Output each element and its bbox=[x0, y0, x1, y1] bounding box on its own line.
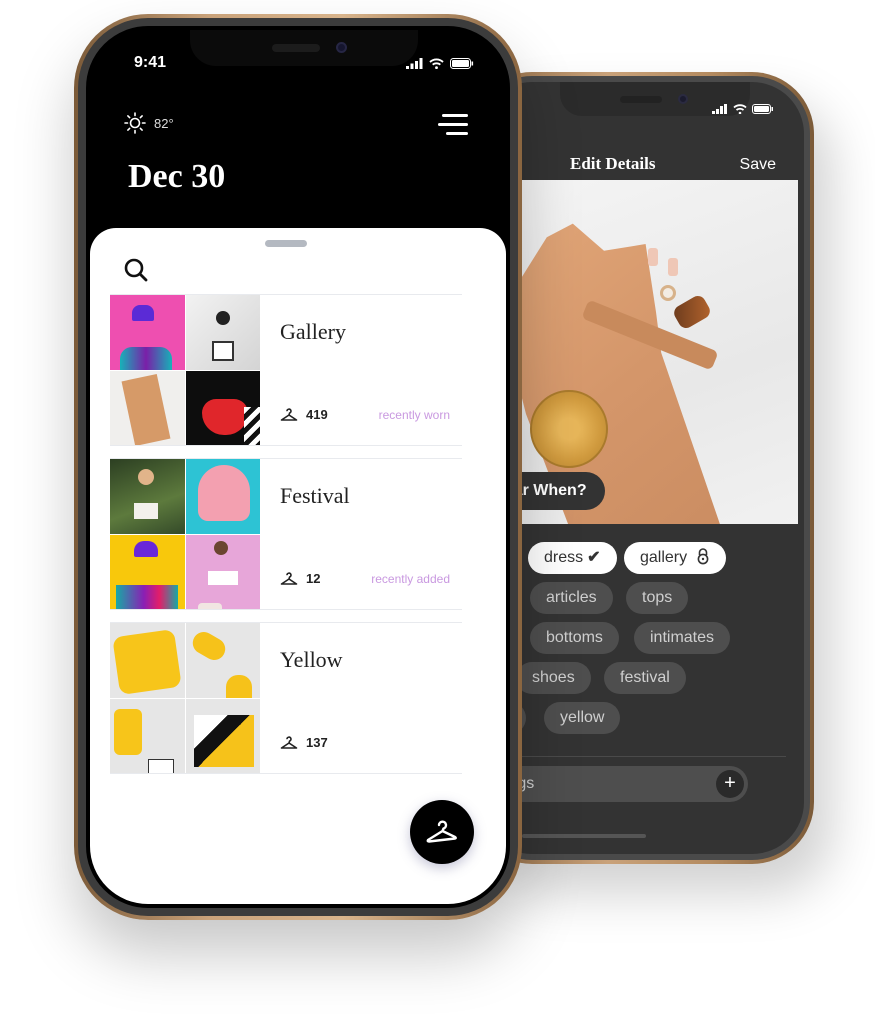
count-value: 12 bbox=[306, 571, 321, 586]
tag-chip-tops[interactable]: tops bbox=[626, 582, 689, 614]
thumbnail-image bbox=[110, 370, 185, 445]
collection-thumbnail bbox=[110, 623, 260, 773]
save-button[interactable]: Save bbox=[740, 156, 776, 174]
home-indicator[interactable] bbox=[522, 834, 646, 838]
tag-row: ✔ dress✔ gallery bbox=[480, 542, 804, 582]
thumbnail-image bbox=[110, 459, 185, 534]
collection-count: 12 bbox=[280, 571, 320, 586]
thumbnail-image bbox=[185, 534, 260, 609]
divider bbox=[500, 756, 786, 757]
signal-icon bbox=[406, 58, 423, 69]
collection-name: Festival bbox=[280, 483, 350, 508]
signal-icon bbox=[712, 104, 727, 114]
wifi-icon bbox=[733, 104, 747, 114]
hanger-icon bbox=[280, 407, 298, 421]
add-outfit-button[interactable] bbox=[410, 800, 474, 864]
sun-icon bbox=[124, 112, 146, 134]
tag-label: gallery bbox=[640, 549, 688, 566]
thumbnail-image bbox=[185, 459, 260, 534]
add-tag-button[interactable]: + bbox=[716, 770, 744, 798]
collection-list: Gallery 419 recently worn Festival 12 re… bbox=[110, 294, 462, 786]
lock-icon bbox=[697, 548, 708, 565]
thumbnail-image bbox=[110, 295, 185, 370]
page-title: Edit Details bbox=[570, 154, 656, 173]
tag-row: ts bottoms intimates bbox=[480, 622, 804, 662]
tag-chip-yellow[interactable]: yellow bbox=[544, 702, 621, 734]
tag-chip-articles[interactable]: articles bbox=[530, 582, 613, 614]
battery-icon bbox=[450, 58, 474, 69]
tag-chip-gallery[interactable]: gallery bbox=[624, 542, 726, 574]
collection-yellow[interactable]: Yellow 137 bbox=[110, 622, 462, 774]
tag-row: s articles tops bbox=[480, 582, 804, 622]
collection-festival[interactable]: Festival 12 recently added bbox=[110, 458, 462, 610]
collection-gallery[interactable]: Gallery 419 recently worn bbox=[110, 294, 462, 446]
rattan-bag-image bbox=[530, 390, 608, 468]
wifi-icon bbox=[429, 58, 444, 69]
speaker bbox=[272, 44, 320, 52]
hanger-icon bbox=[280, 735, 298, 749]
thumbnail-image bbox=[110, 534, 185, 609]
tag-chip-dress[interactable]: dress ✔ bbox=[528, 542, 617, 574]
collection-count: 137 bbox=[280, 735, 328, 750]
status-bar-icons bbox=[406, 58, 474, 69]
collection-name: Gallery bbox=[280, 319, 346, 344]
tag-chip-shoes[interactable]: shoes bbox=[516, 662, 591, 694]
front-phone-bezel: 9:41 82° Dec 30 Gallery 419 recently wor… bbox=[78, 18, 518, 916]
tag-chip-bottoms[interactable]: bottoms bbox=[530, 622, 619, 654]
tag-list: ✔ dress✔ gallery s articles tops bbox=[480, 542, 804, 742]
earring-image bbox=[648, 248, 658, 266]
camera bbox=[336, 42, 347, 53]
collection-status: recently worn bbox=[378, 408, 450, 422]
notch bbox=[190, 30, 418, 66]
search-icon[interactable] bbox=[122, 256, 150, 284]
date-title: Dec 30 bbox=[128, 158, 226, 195]
count-value: 137 bbox=[306, 735, 328, 750]
sunglasses-image bbox=[671, 293, 713, 331]
tag-chip-festival[interactable]: festival bbox=[604, 662, 686, 694]
collections-sheet: Gallery 419 recently worn Festival 12 re… bbox=[90, 228, 506, 904]
front-phone: 9:41 82° Dec 30 Gallery 419 recently wor… bbox=[74, 14, 522, 920]
collection-thumbnail bbox=[110, 295, 260, 445]
status-bar-icons bbox=[712, 104, 774, 114]
home-screen: 9:41 82° Dec 30 Gallery 419 recently wor… bbox=[86, 26, 510, 908]
thumbnail-image bbox=[110, 698, 185, 773]
tag-chip-intimates[interactable]: intimates bbox=[634, 622, 731, 654]
thumbnail-image bbox=[185, 698, 260, 773]
thumbnail-image bbox=[185, 623, 260, 698]
collection-count: 419 bbox=[280, 407, 328, 422]
sheet-grabber[interactable] bbox=[265, 240, 307, 247]
camera bbox=[678, 94, 688, 104]
thumbnail-image bbox=[110, 623, 185, 698]
back-phone-bezel: Edit Details Save Wear When? ✔ bbox=[474, 76, 810, 860]
temperature: 82° bbox=[154, 115, 174, 131]
hanger-icon bbox=[426, 820, 457, 843]
check-icon: ✔ bbox=[587, 549, 601, 566]
hanger-icon bbox=[280, 571, 298, 585]
edit-details-header: Edit Details Save bbox=[480, 152, 804, 182]
tag-row: shoes festival bbox=[480, 662, 804, 702]
tag-label: dress bbox=[544, 549, 584, 566]
thumbnail-image bbox=[185, 370, 260, 445]
weather-widget[interactable]: 82° bbox=[124, 112, 174, 134]
battery-icon bbox=[752, 104, 773, 114]
status-time: 9:41 bbox=[134, 54, 167, 71]
plus-icon: + bbox=[724, 772, 736, 794]
collection-name: Yellow bbox=[280, 647, 343, 672]
speaker bbox=[620, 96, 662, 103]
thumbnail-image bbox=[185, 295, 260, 370]
watch-image bbox=[660, 285, 676, 301]
menu-icon[interactable] bbox=[438, 114, 468, 136]
collection-thumbnail bbox=[110, 459, 260, 609]
tag-row: ewear yellow bbox=[480, 702, 804, 742]
collection-status: recently added bbox=[371, 572, 450, 586]
edit-details-screen: Edit Details Save Wear When? ✔ bbox=[480, 82, 804, 854]
earring-image bbox=[668, 258, 678, 276]
count-value: 419 bbox=[306, 407, 328, 422]
